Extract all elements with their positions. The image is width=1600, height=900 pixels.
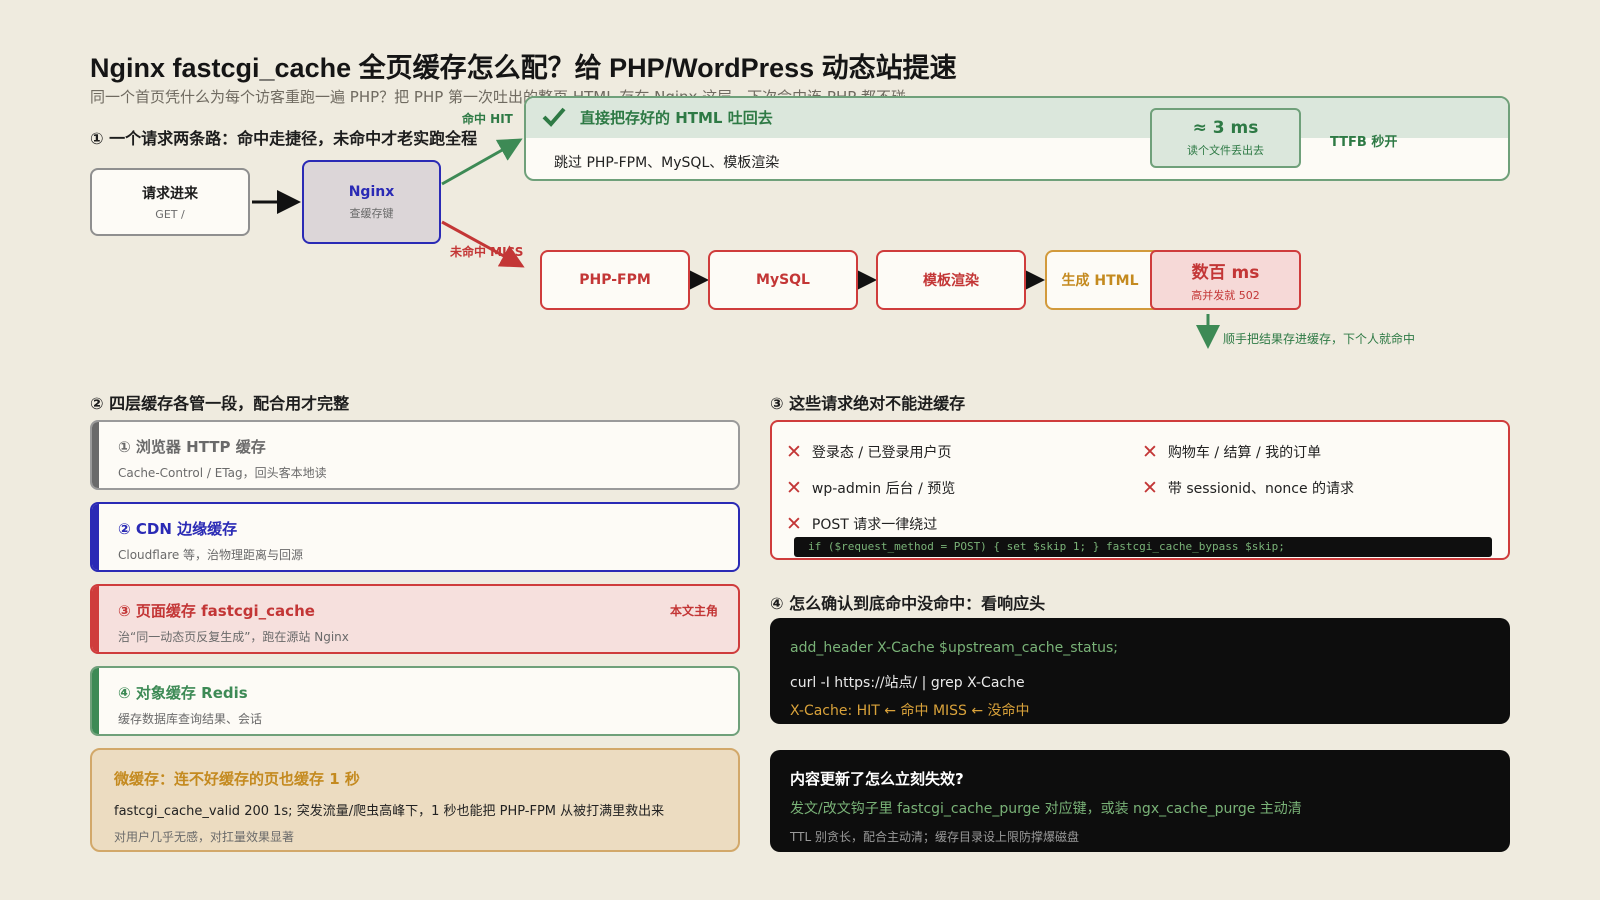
cross-icon: ✕ [786, 440, 802, 463]
layer-title: ② CDN 边缘缓存 [118, 520, 238, 538]
verify-line-curl: curl -I https://站点/ | grep X-Cache [790, 675, 1025, 691]
nocache-item: ✕ POST 请求一律绕过 [786, 514, 937, 534]
verify-line-header: add_header X-Cache $upstream_cache_statu… [790, 640, 1118, 656]
miss-step-label: 模板渲染 [923, 273, 979, 289]
nocache-item-label: 带 sessionid、nonce 的请求 [1167, 481, 1355, 497]
nginx-sub: 查缓存键 [349, 206, 394, 220]
nocache-panel: ✕ 登录态 / 已登录用户页 ✕ 购物车 / 结算 / 我的订单 ✕ wp-admin… [770, 420, 1510, 560]
layer-desc: Cache-Control / ETag，回头客本地读 [118, 466, 327, 480]
verify-code-card: add_header X-Cache $upstream_cache_statu… [770, 618, 1510, 724]
nocache-item: ✕ wp-admin 后台 / 预览 [786, 478, 955, 498]
micro-cache-card: 微缓存：连不好缓存的页也缓存 1 秒 fastcgi_cache_valid 2… [90, 748, 740, 852]
micro-note: 对用户几乎无感，对扛量效果显著 [114, 830, 295, 844]
store-note: 顺手把结果存进缓存，下个人就命中 [1223, 332, 1416, 346]
miss-step-label: MySQL [756, 272, 810, 288]
micro-title: 微缓存：连不好缓存的页也缓存 1 秒 [114, 770, 360, 788]
generate-label: 生成 HTML [1061, 273, 1139, 289]
miss-metric-pill: 数百 ms 高并发就 502 [1150, 250, 1301, 310]
cross-icon: ✕ [1142, 476, 1158, 499]
ttfb-label: TTFB 秒开 [1330, 135, 1398, 150]
check-icon [542, 107, 566, 127]
miss-step-template: 模板渲染 [876, 250, 1026, 310]
verify-section-title: ④ 怎么确认到底命中没命中：看响应头 [770, 594, 1046, 613]
request-box: 请求进来 GET / [90, 168, 250, 236]
nocache-item-label: 登录态 / 已登录用户页 [811, 445, 952, 461]
arrow-hit [441, 138, 523, 186]
layer-desc: Cloudflare 等，治物理距离与回源 [118, 548, 304, 562]
miss-step-php-fpm: PHP-FPM [540, 250, 690, 310]
layer-title: ③ 页面缓存 fastcgi_cache [118, 602, 315, 620]
miss-metric: 数百 ms [1191, 262, 1260, 283]
request-sub: GET / [155, 208, 185, 221]
hit-metric: ≈ 3 ms [1192, 118, 1259, 138]
miss-step-label: PHP-FPM [579, 272, 651, 288]
star-badge: 本文主角 [669, 604, 718, 618]
nocache-item: ✕ 登录态 / 已登录用户页 [786, 442, 952, 462]
purge-line-1: 发文/改文钩子里 fastcgi_cache_purge 对应键，或装 ngx_… [790, 801, 1302, 817]
nocache-item-label: wp-admin 后台 / 预览 [811, 481, 956, 497]
layer-bar [92, 504, 99, 570]
hit-arrow-label: 命中 HIT [462, 112, 513, 126]
layer-title: ① 浏览器 HTTP 缓存 [118, 438, 266, 456]
layer-page-cache: ③ 页面缓存 fastcgi_cache 治“同一动态页反复生成”，跑在源站 N… [90, 584, 740, 654]
layer-object-cache: ④ 对象缓存 Redis 缓存数据库查询结果、会话 [90, 666, 740, 736]
hit-desc: 跳过 PHP-FPM、MySQL、模板渲染 [554, 155, 780, 171]
nginx-title: Nginx [348, 183, 395, 200]
nocache-item: ✕ 带 sessionid、nonce 的请求 [1142, 478, 1354, 498]
hit-headline: 直接把存好的 HTML 吐回去 [580, 108, 773, 127]
purge-card: 内容更新了怎么立刻失效? 发文/改文钩子里 fastcgi_cache_purg… [770, 750, 1510, 852]
cross-icon: ✕ [786, 512, 802, 535]
nocache-item-label: POST 请求一律绕过 [811, 517, 938, 533]
layer-desc: 缓存数据库查询结果、会话 [118, 712, 263, 726]
layers-section-title: ② 四层缓存各管一段，配合用才完整 [90, 394, 350, 413]
nocache-item-label: 购物车 / 结算 / 我的订单 [1167, 445, 1322, 461]
cross-icon: ✕ [786, 476, 802, 499]
bypass-code: if ($request_method = POST) { set $skip … [794, 537, 1492, 557]
purge-title: 内容更新了怎么立刻失效? [790, 770, 964, 788]
hit-metric-pill: ≈ 3 ms 读个文件丢出去 [1150, 108, 1301, 168]
layer-bar [92, 668, 99, 734]
layer-bar [92, 422, 99, 488]
hit-metric-sub: 读个文件丢出去 [1187, 144, 1264, 157]
miss-step-mysql: MySQL [708, 250, 858, 310]
micro-body: fastcgi_cache_valid 200 1s; 突发流量/爬虫高峰下，1… [114, 804, 665, 819]
miss-metric-sub: 高并发就 502 [1191, 288, 1260, 302]
verify-line-result: X-Cache: HIT ← 命中 MISS ← 没命中 [790, 703, 1030, 719]
purge-line-2: TTL 别贪长，配合主动清；缓存目录设上限防撑爆磁盘 [790, 830, 1079, 844]
layer-desc: 治“同一动态页反复生成”，跑在源站 Nginx [118, 630, 349, 644]
cross-icon: ✕ [1142, 440, 1158, 463]
layer-browser: ① 浏览器 HTTP 缓存 Cache-Control / ETag，回头客本地… [90, 420, 740, 490]
nocache-section-title: ③ 这些请求绝对不能进缓存 [770, 394, 966, 413]
layer-bar [92, 586, 99, 652]
nginx-box: Nginx 查缓存键 [302, 160, 441, 244]
request-title: 请求进来 [142, 186, 198, 202]
miss-arrow-label: 未命中 MISS [450, 245, 524, 259]
layer-cdn: ② CDN 边缘缓存 Cloudflare 等，治物理距离与回源 [90, 502, 740, 572]
nocache-item: ✕ 购物车 / 结算 / 我的订单 [1142, 442, 1321, 462]
layer-title: ④ 对象缓存 Redis [118, 684, 248, 702]
